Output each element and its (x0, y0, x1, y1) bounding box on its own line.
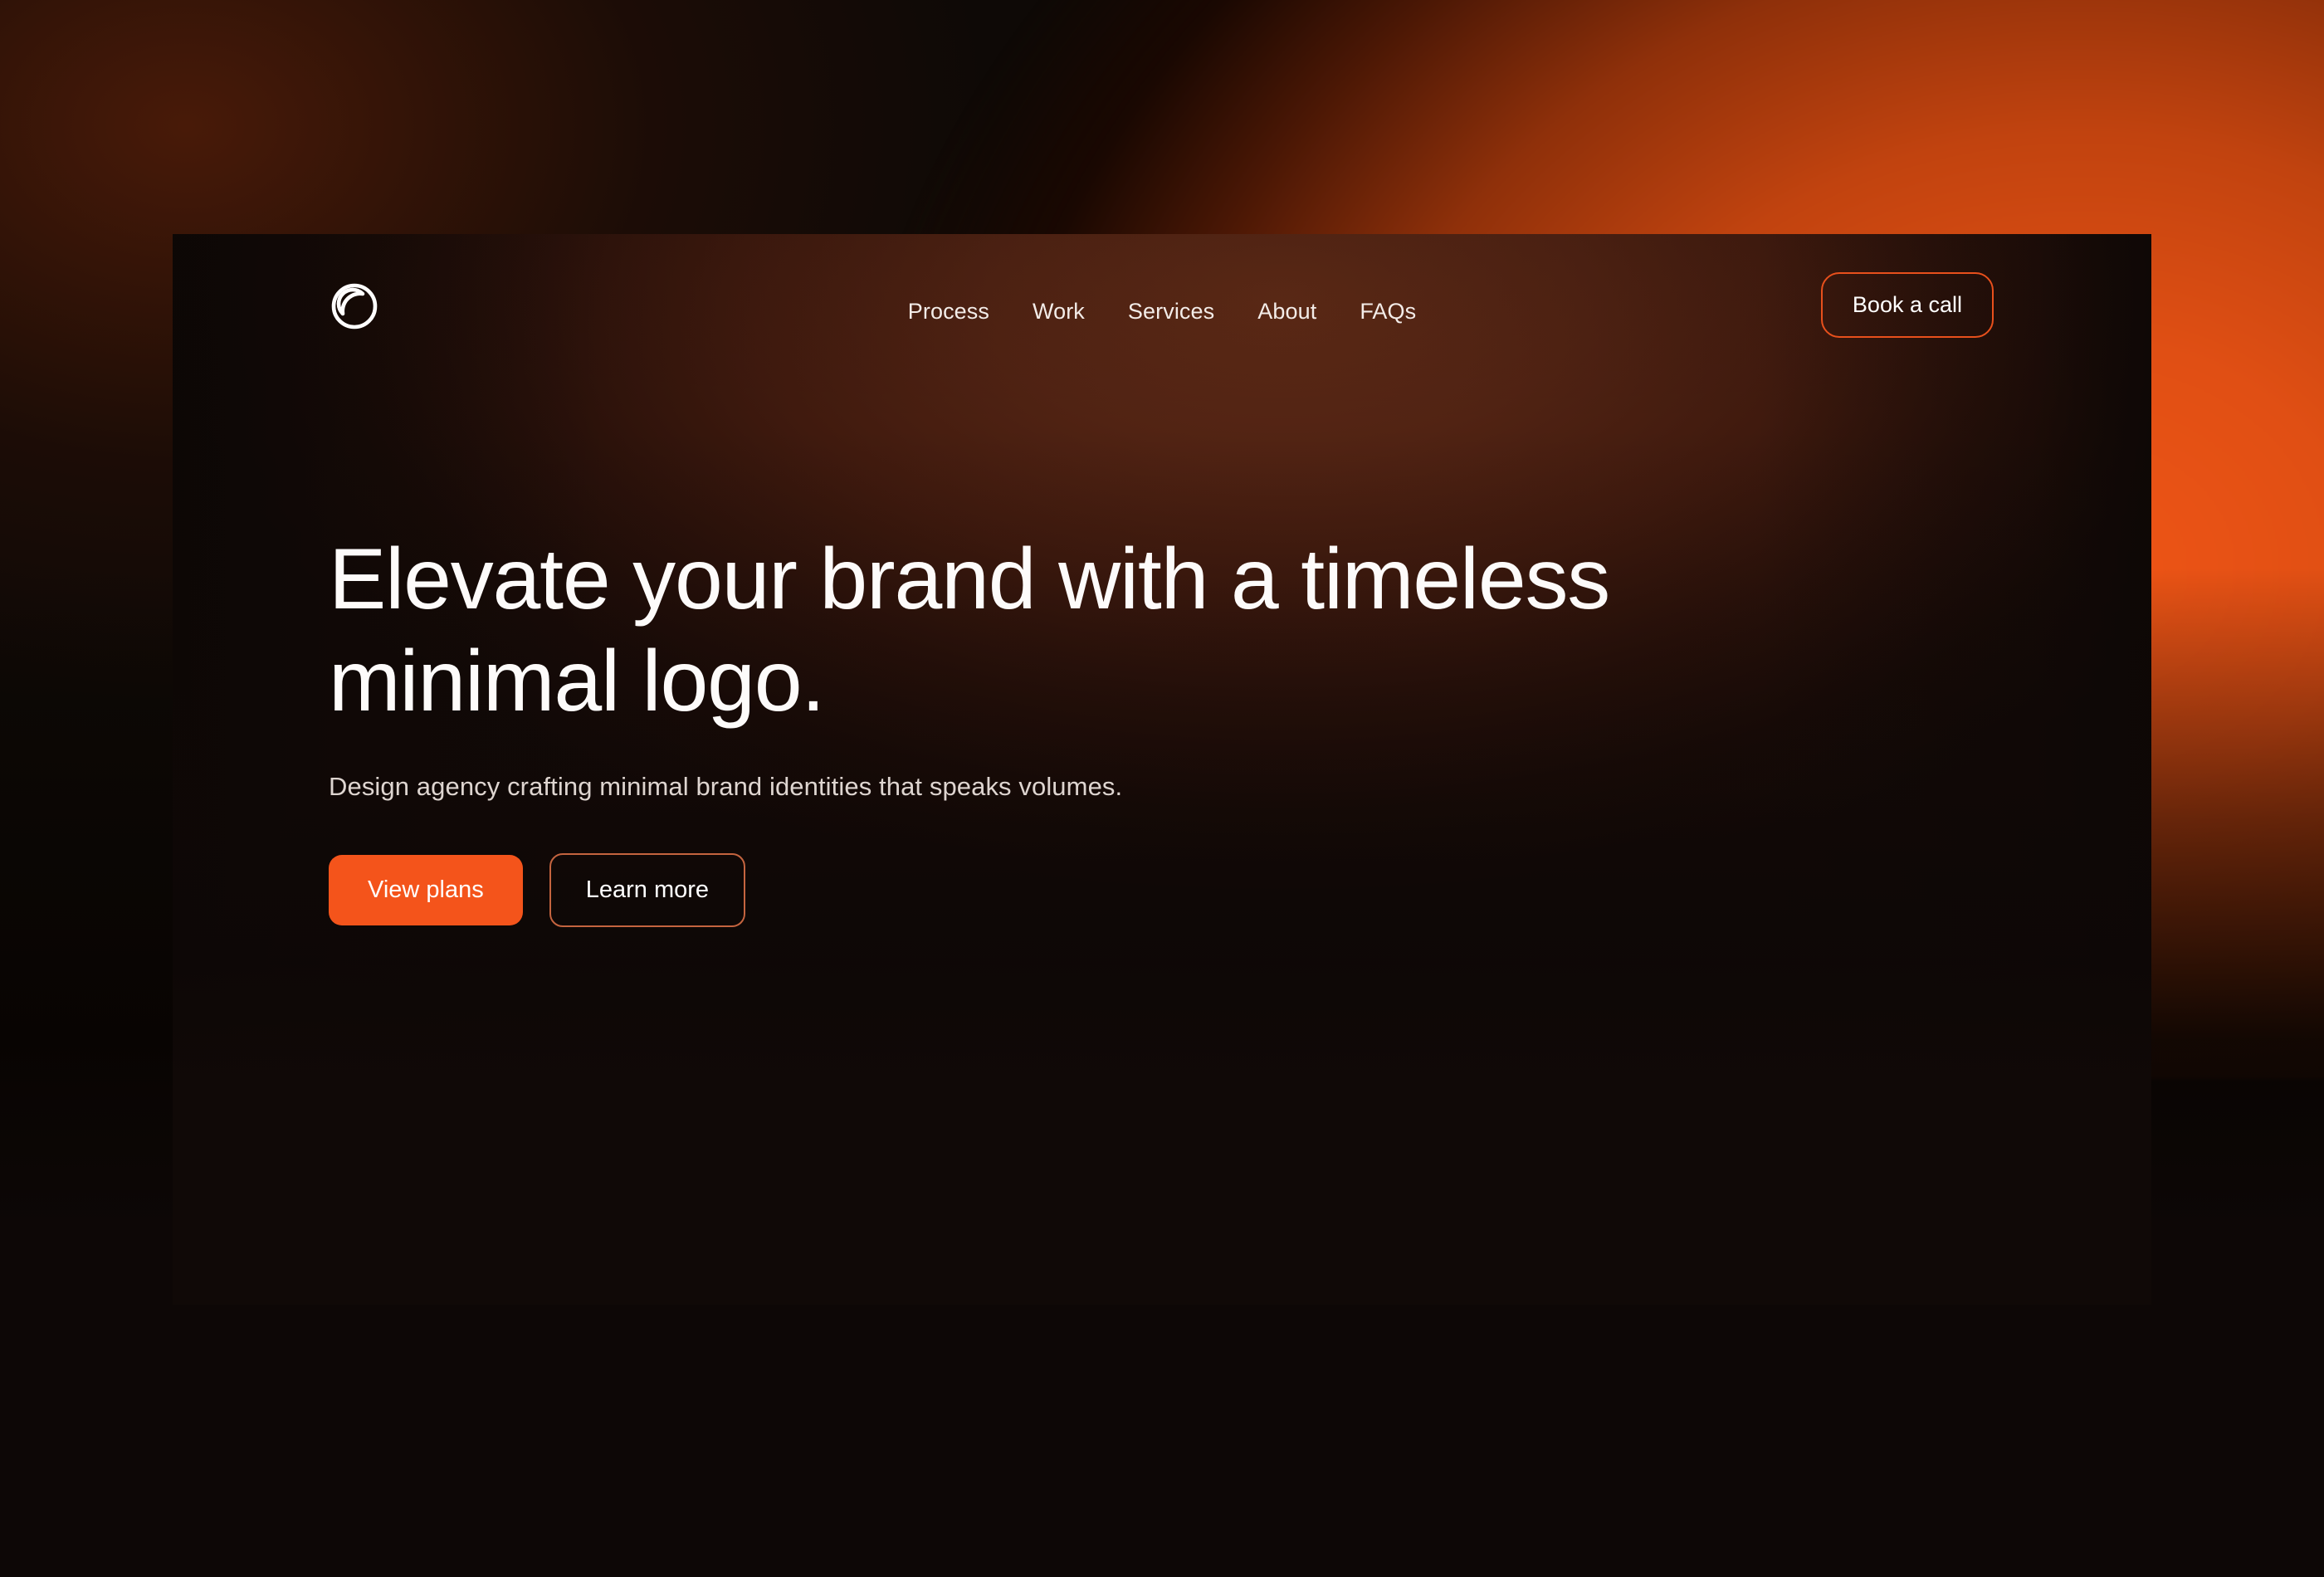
nav-item-faqs[interactable]: FAQs (1338, 294, 1438, 330)
site-header: Process Work Services About FAQs Book a … (173, 256, 2151, 364)
book-a-call-button[interactable]: Book a call (1820, 272, 1994, 338)
hero-headline: Elevate your brand with a timeless minim… (329, 531, 1610, 730)
hero-cta-row: View plans Learn more (329, 853, 1906, 928)
page-canvas: Process Work Services About FAQs Book a … (0, 0, 2324, 1577)
nav-item-work[interactable]: Work (1011, 294, 1106, 330)
main-navigation: Process Work Services About FAQs (886, 294, 1438, 330)
view-plans-button[interactable]: View plans (329, 855, 523, 926)
hero-card: Process Work Services About FAQs Book a … (173, 234, 2151, 1305)
hero-content: Elevate your brand with a timeless minim… (329, 529, 1906, 928)
nav-item-about[interactable]: About (1236, 294, 1338, 330)
hero-subheadline: Design agency crafting minimal brand ide… (329, 772, 1123, 802)
nav-item-process[interactable]: Process (886, 294, 1011, 330)
learn-more-button[interactable]: Learn more (549, 853, 746, 928)
nav-item-services[interactable]: Services (1106, 294, 1236, 330)
crescent-circle-logo-icon[interactable] (329, 281, 380, 332)
